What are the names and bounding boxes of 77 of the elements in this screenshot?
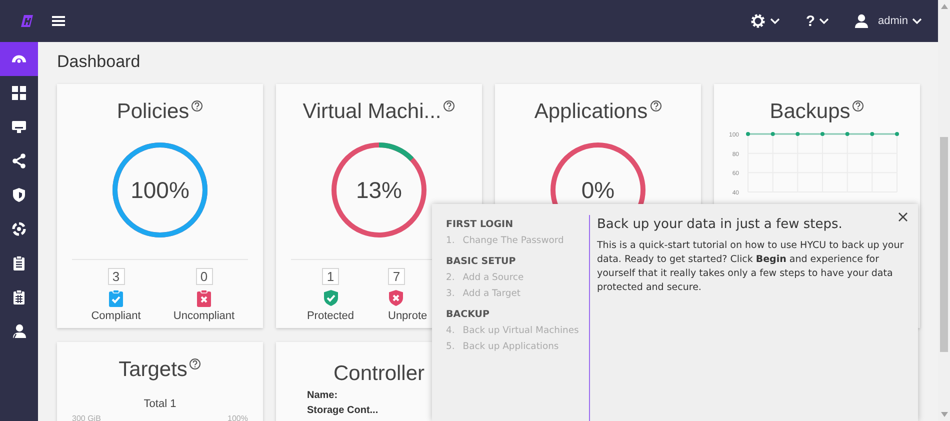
count-label: 3 — [108, 268, 124, 285]
close-icon — [898, 212, 908, 222]
step-number: 5. — [446, 341, 455, 352]
step-link[interactable]: Back up Applications — [462, 341, 559, 352]
scrollbar-thumb[interactable] — [940, 137, 948, 352]
settings-menu-button[interactable] — [750, 13, 780, 29]
percentage-label: 100% — [228, 414, 248, 421]
help-menu-button[interactable]: ? — [806, 12, 830, 30]
tutorial-heading: Back up your data in just a few steps. — [597, 217, 844, 232]
status-label: Unprote — [388, 310, 428, 322]
data-point — [746, 132, 750, 136]
count-label: 1 — [322, 268, 339, 285]
help-icon[interactable] — [189, 358, 202, 370]
target-icon — [11, 221, 27, 237]
data-point — [895, 132, 899, 136]
status-label: Compliant — [91, 310, 141, 322]
monitor-icon — [11, 119, 27, 135]
help-icon[interactable] — [650, 100, 662, 112]
step-link[interactable]: Change The Password — [462, 235, 564, 246]
user-icon — [855, 14, 868, 28]
caret-icon — [819, 18, 830, 24]
help-icon[interactable] — [852, 100, 864, 112]
caret-icon — [912, 18, 922, 24]
step-link[interactable]: Add a Target — [462, 288, 520, 299]
status-label: Protected — [306, 310, 354, 322]
section-heading: BACKUP — [446, 309, 490, 320]
status-label: Uncompliant — [173, 310, 235, 322]
card-title: Targets — [118, 358, 188, 382]
step-number: 3. — [446, 288, 455, 299]
capacity-label: 300 GiB — [72, 414, 101, 421]
page-title: Dashboard — [57, 51, 142, 73]
data-point — [845, 132, 850, 136]
person-icon — [11, 323, 27, 339]
data-point — [796, 132, 800, 136]
shield-icon — [11, 187, 27, 203]
total-label: Total 1 — [144, 398, 176, 410]
step-number: 4. — [446, 325, 455, 336]
data-point — [770, 132, 775, 136]
calendar-icon — [11, 289, 27, 305]
step-number: 1. — [446, 235, 455, 246]
clipboard-check-icon — [108, 289, 124, 307]
shield-cross-icon — [388, 289, 404, 307]
user-menu-button[interactable]: admin — [855, 14, 922, 28]
help-icon[interactable] — [191, 100, 204, 112]
count-label: 0 — [196, 268, 212, 285]
logo-icon — [20, 14, 34, 28]
percentage-value: 13% — [354, 176, 404, 204]
sidebar-item[interactable] — [0, 42, 38, 76]
percentage-value: 0% — [580, 176, 616, 204]
gauge-icon — [12, 54, 26, 64]
shield-check-icon — [322, 289, 338, 307]
step-number: 2. — [446, 272, 455, 283]
clipboard-cross-icon — [196, 289, 212, 307]
step-link[interactable]: Add a Source — [462, 272, 524, 283]
data-point — [820, 132, 824, 136]
clipboard-icon — [11, 255, 27, 271]
share-icon — [11, 153, 27, 169]
card-title: Applications — [534, 100, 648, 124]
data-point — [870, 132, 874, 136]
section-heading: FIRST LOGIN — [446, 219, 514, 230]
help-icon[interactable] — [443, 100, 456, 112]
percentage-value: 100% — [130, 176, 190, 204]
step-link[interactable]: Back up Virtual Machines — [462, 325, 579, 336]
caret-icon — [770, 18, 780, 24]
card-title: Controller — [333, 362, 425, 386]
menu-icon[interactable] — [52, 16, 65, 26]
close-button[interactable] — [898, 212, 908, 222]
card-title: Backups — [770, 100, 850, 124]
tutorial-description: This is a quick-start tutorial on how to use HYCU to back up your data. Ready to get started? Click Begin and experience for yourself that it really takes only a few steps to have your data protected and secure. — [597, 239, 904, 295]
field-label: Name: — [307, 390, 338, 401]
field-label: Storage Cont... — [307, 405, 378, 416]
card-title: Virtual Machi... — [302, 100, 442, 124]
grid-icon — [11, 85, 27, 101]
count-label: 7 — [388, 268, 405, 285]
settings-icon — [750, 13, 766, 29]
card-title: Policies — [116, 100, 190, 124]
section-heading: BASIC SETUP — [446, 256, 517, 267]
